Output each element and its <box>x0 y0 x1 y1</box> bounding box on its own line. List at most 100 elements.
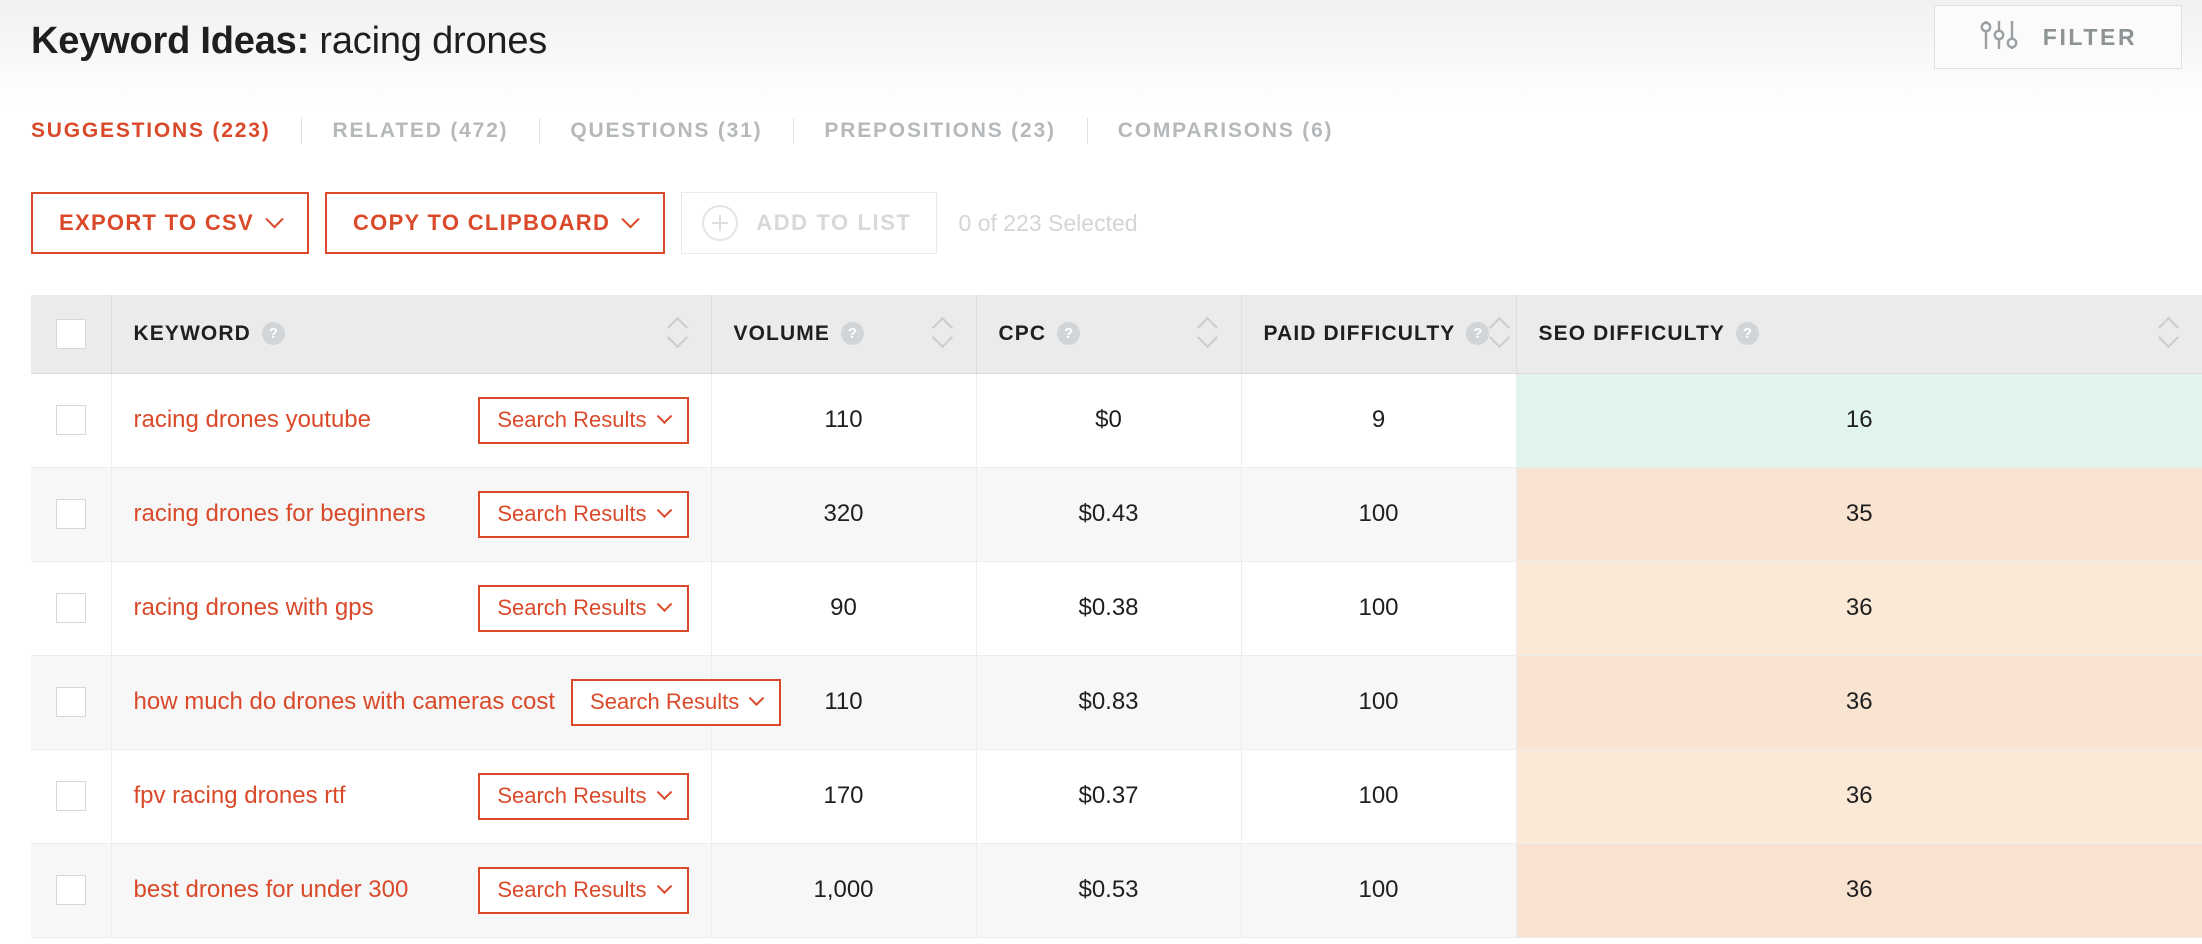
cpc-cell: $0.43 <box>976 467 1241 561</box>
search-results-label: Search Results <box>497 595 646 621</box>
paid-difficulty-cell: 9 <box>1241 373 1516 467</box>
help-icon[interactable]: ? <box>262 322 285 345</box>
keyword-cell: racing drones youtube Search Results <box>111 373 711 467</box>
paid-difficulty-cell: 100 <box>1241 467 1516 561</box>
cpc-cell: $0.37 <box>976 749 1241 843</box>
search-results-label: Search Results <box>590 689 739 715</box>
sort-toggle-cpc[interactable] <box>1197 317 1219 351</box>
search-results-button[interactable]: Search Results <box>478 773 688 820</box>
filter-button[interactable]: FILTER <box>1934 5 2182 69</box>
chevron-down-icon <box>656 878 672 894</box>
tab-prepositions[interactable]: PREPOSITIONS (23) <box>793 117 1086 145</box>
volume-cell: 320 <box>711 467 976 561</box>
table-row: how much do drones with cameras cost Sear… <box>31 655 2202 749</box>
row-select-cell <box>31 655 111 749</box>
search-results-label: Search Results <box>497 877 646 903</box>
keyword-link[interactable]: best drones for under 300 <box>134 876 409 904</box>
page-header: Keyword Ideas: racing drones FILTER <box>0 0 2202 82</box>
row-checkbox[interactable] <box>56 499 86 529</box>
sliders-icon <box>1979 18 2021 57</box>
row-select-cell <box>31 561 111 655</box>
seo-difficulty-cell: 36 <box>1516 561 2202 655</box>
keyword-link[interactable]: how much do drones with cameras cost <box>134 688 556 716</box>
select-all-header <box>31 295 111 373</box>
paid-difficulty-cell: 100 <box>1241 655 1516 749</box>
search-results-button[interactable]: Search Results <box>571 679 781 726</box>
paid-difficulty-cell: 100 <box>1241 561 1516 655</box>
cpc-cell: $0 <box>976 373 1241 467</box>
keyword-link[interactable]: racing drones youtube <box>134 406 372 434</box>
row-checkbox[interactable] <box>56 781 86 811</box>
cpc-cell: $0.38 <box>976 561 1241 655</box>
table-body: racing drones youtubeSearch Results110$0… <box>31 373 2202 937</box>
add-to-list-button[interactable]: ADD TO LIST <box>681 192 936 254</box>
keyword-link[interactable]: racing drones for beginners <box>134 500 426 528</box>
keyword-link[interactable]: racing drones with gps <box>134 594 374 622</box>
search-results-label: Search Results <box>497 783 646 809</box>
table-header: KEYWORD ? VOLUME ? <box>31 295 2202 373</box>
selected-count-label: 0 of 223 Selected <box>959 210 1138 237</box>
export-to-csv-button[interactable]: EXPORT TO CSV <box>31 192 309 254</box>
cpc-cell: $0.53 <box>976 843 1241 937</box>
seo-difficulty-cell: 35 <box>1516 467 2202 561</box>
chevron-down-icon <box>265 210 283 228</box>
keyword-link[interactable]: fpv racing drones rtf <box>134 782 346 810</box>
volume-cell: 1,000 <box>711 843 976 937</box>
sort-toggle-volume[interactable] <box>932 317 954 351</box>
column-header-cpc: CPC ? <box>976 295 1241 373</box>
search-results-button[interactable]: Search Results <box>478 585 688 632</box>
search-results-label: Search Results <box>497 501 646 527</box>
column-header-paid-difficulty-label: PAID DIFFICULTY <box>1264 322 1456 346</box>
chevron-down-icon <box>622 210 640 228</box>
keyword-cell: racing drones with gps Search Results <box>111 561 711 655</box>
plus-circle-icon <box>702 205 738 241</box>
chevron-down-icon <box>656 502 672 518</box>
tab-suggestions[interactable]: SUGGESTIONS (223) <box>31 117 301 145</box>
tab-questions[interactable]: QUESTIONS (31) <box>539 117 793 145</box>
column-header-volume: VOLUME ? <box>711 295 976 373</box>
keyword-ideas-page: Keyword Ideas: racing drones FILTER SUGG… <box>0 0 2202 944</box>
tab-bar: SUGGESTIONS (223) RELATED (472) QUESTION… <box>0 110 2202 152</box>
search-results-label: Search Results <box>497 407 646 433</box>
row-checkbox[interactable] <box>56 687 86 717</box>
sort-toggle-keyword[interactable] <box>667 317 689 351</box>
row-checkbox[interactable] <box>56 405 86 435</box>
table-row: racing drones youtubeSearch Results110$0… <box>31 373 2202 467</box>
paid-difficulty-cell: 100 <box>1241 843 1516 937</box>
seo-difficulty-cell: 36 <box>1516 655 2202 749</box>
help-icon[interactable]: ? <box>1466 322 1489 345</box>
search-results-button[interactable]: Search Results <box>478 397 688 444</box>
paid-difficulty-cell: 100 <box>1241 749 1516 843</box>
help-icon[interactable]: ? <box>841 322 864 345</box>
table-row: fpv racing drones rtfSearch Results170$0… <box>31 749 2202 843</box>
table-row: racing drones with gps Search Results 90$0… <box>31 561 2202 655</box>
volume-cell: 90 <box>711 561 976 655</box>
search-results-button[interactable]: Search Results <box>478 491 688 538</box>
search-results-button[interactable]: Search Results <box>478 867 688 914</box>
sort-toggle-paid-difficulty[interactable] <box>1489 317 1511 351</box>
column-header-seo-difficulty-label: SEO DIFFICULTY <box>1539 322 1726 346</box>
copy-to-clipboard-label: COPY TO CLIPBOARD <box>353 210 610 236</box>
keyword-table: KEYWORD ? VOLUME ? <box>31 295 2202 938</box>
row-checkbox[interactable] <box>56 875 86 905</box>
sort-toggle-seo-difficulty[interactable] <box>2158 317 2180 351</box>
row-checkbox[interactable] <box>56 593 86 623</box>
table-row: best drones for under 300 Search Results 1… <box>31 843 2202 937</box>
tab-related[interactable]: RELATED (472) <box>301 117 539 145</box>
seo-difficulty-cell: 16 <box>1516 373 2202 467</box>
select-all-checkbox[interactable] <box>56 319 86 349</box>
add-to-list-label: ADD TO LIST <box>756 210 911 236</box>
column-header-cpc-label: CPC <box>999 322 1047 346</box>
help-icon[interactable]: ? <box>1057 322 1080 345</box>
help-icon[interactable]: ? <box>1736 322 1759 345</box>
seo-difficulty-cell: 36 <box>1516 749 2202 843</box>
column-header-seo-difficulty: SEO DIFFICULTY ? <box>1516 295 2202 373</box>
action-bar: EXPORT TO CSV COPY TO CLIPBOARD ADD TO L… <box>31 192 1138 254</box>
tab-comparisons[interactable]: COMPARISONS (6) <box>1087 117 1365 145</box>
chevron-down-icon <box>656 408 672 424</box>
table-row: racing drones for beginners Search Result… <box>31 467 2202 561</box>
chevron-down-icon <box>656 784 672 800</box>
page-title: Keyword Ideas: racing drones <box>31 19 547 63</box>
keyword-cell: fpv racing drones rtf Search Results <box>111 749 711 843</box>
copy-to-clipboard-button[interactable]: COPY TO CLIPBOARD <box>325 192 665 254</box>
